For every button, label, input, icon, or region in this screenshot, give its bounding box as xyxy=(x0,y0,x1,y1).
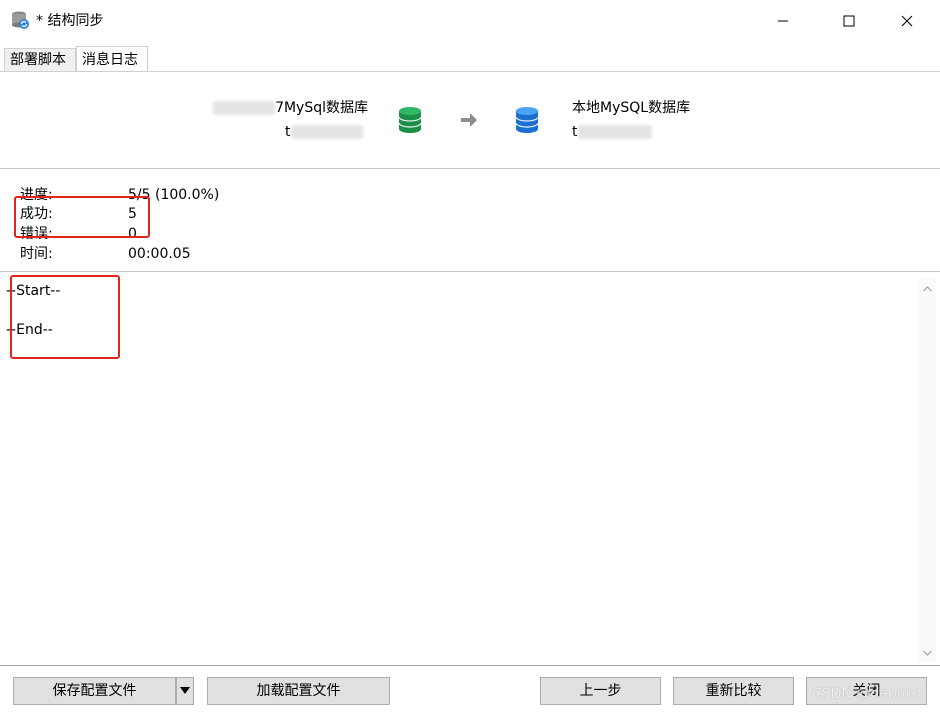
message-log[interactable]: --Start-- --End-- xyxy=(0,273,940,666)
redacted-text xyxy=(213,101,276,115)
tab-strip: 部署脚本 消息日志 xyxy=(0,42,940,72)
highlight-box xyxy=(10,275,120,359)
window-title: * 结构同步 xyxy=(36,13,104,29)
recompare-button[interactable]: 重新比较 xyxy=(673,677,794,705)
sync-stats: 进度: 5/5 (100.0%) 成功: 5 错误: 0 时间: 00:00.0… xyxy=(0,169,940,272)
scroll-up-button[interactable] xyxy=(918,281,936,297)
title-bar: * 结构同步 xyxy=(0,0,940,42)
target-name: 本地MySQL数据库 xyxy=(572,100,691,116)
watermark: CSDN @dephixf xyxy=(812,686,923,702)
caret-down-icon xyxy=(180,687,190,694)
minimize-icon xyxy=(778,20,788,22)
load-profile-button[interactable]: 加载配置文件 xyxy=(207,677,390,705)
scroll-down-button[interactable] xyxy=(918,645,936,661)
target-database-icon xyxy=(515,107,539,133)
time-value: 00:00.05 xyxy=(128,246,191,262)
source-db-name: t xyxy=(285,124,291,140)
tab-message-log[interactable]: 消息日志 xyxy=(76,46,148,72)
redacted-text xyxy=(577,125,652,139)
source-database-icon xyxy=(398,107,422,133)
log-scrollbar[interactable] xyxy=(918,279,936,663)
connection-header: 7MySql数据库 t 本地MySQL数据库 t xyxy=(0,72,940,169)
chevron-up-icon xyxy=(922,286,932,292)
source-database: t xyxy=(285,122,363,142)
source-name: 7MySql数据库 xyxy=(275,100,368,116)
source-connection: 7MySql数据库 xyxy=(213,98,368,118)
save-profile-button[interactable]: 保存配置文件 xyxy=(13,677,176,705)
chevron-down-icon xyxy=(922,650,932,656)
tab-deploy-script[interactable]: 部署脚本 xyxy=(4,48,76,72)
target-db-name: t xyxy=(572,124,578,140)
back-button[interactable]: 上一步 xyxy=(540,677,661,705)
close-window-button[interactable] xyxy=(884,0,930,42)
app-icon xyxy=(12,11,29,29)
minimize-button[interactable] xyxy=(760,0,806,42)
maximize-icon xyxy=(843,15,855,27)
arrow-right-icon xyxy=(461,113,477,127)
highlight-box xyxy=(14,196,150,238)
save-profile-dropdown[interactable] xyxy=(176,677,194,705)
redacted-text xyxy=(290,125,363,139)
time-label: 时间: xyxy=(20,246,53,262)
maximize-button[interactable] xyxy=(826,0,872,42)
sync-window: * 结构同步 部署脚本 消息日志 7MySql数据库 t 本地MySQL数据库 … xyxy=(0,0,940,716)
target-database: t xyxy=(572,122,652,142)
close-icon xyxy=(901,15,913,27)
